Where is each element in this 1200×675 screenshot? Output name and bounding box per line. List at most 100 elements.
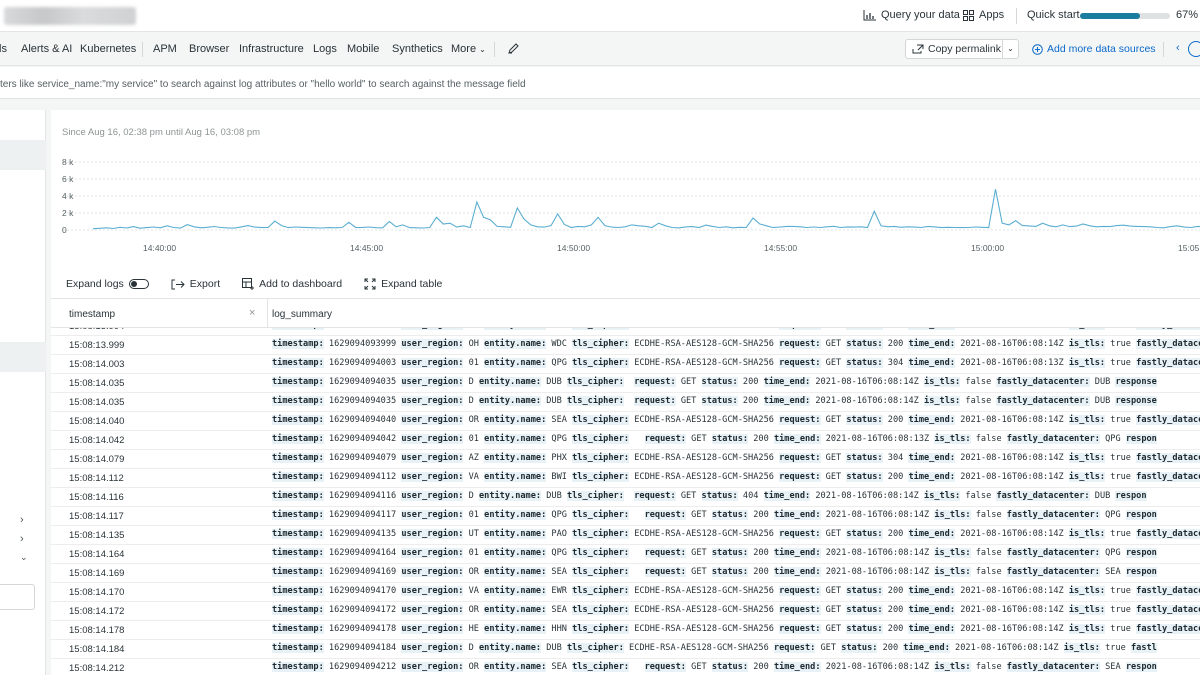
nav-item-kubernetes[interactable]: Kubernetes bbox=[80, 43, 136, 55]
table-row[interactable]: 15:08:14.212 timestamp: 1629094094212 use… bbox=[51, 659, 1200, 675]
sidebar-filter-input[interactable] bbox=[0, 584, 35, 610]
log-attribute-value: 200 bbox=[748, 510, 774, 520]
log-summary-cell: timestamp: 1629094094164 user_region: 01… bbox=[272, 548, 1157, 558]
log-attribute-key: time_end: bbox=[908, 624, 956, 634]
table-row[interactable]: 15:08:14.003 timestamp: 1629094094003 use… bbox=[51, 355, 1200, 374]
table-body: 15:08:13.994 timestamp: 1629094093994 use… bbox=[51, 328, 1200, 675]
expand-table-button[interactable]: Expand table bbox=[364, 278, 442, 290]
log-attribute-value bbox=[629, 567, 645, 577]
log-attribute-key: entity.name: bbox=[478, 643, 542, 653]
log-attribute-key: tls_cipher: bbox=[572, 548, 630, 558]
log-attribute-key: user_region: bbox=[401, 567, 464, 577]
table-row[interactable]: 15:08:14.042 timestamp: 1629094094042 use… bbox=[51, 431, 1200, 450]
log-attribute-key: status: bbox=[846, 529, 883, 539]
log-attribute-key: status: bbox=[846, 624, 883, 634]
log-attribute-key: time_end: bbox=[908, 529, 956, 539]
table-row[interactable]: 15:08:13.994 timestamp: 1629094093994 use… bbox=[51, 328, 1200, 336]
chevron-right-icon[interactable]: › bbox=[20, 514, 24, 526]
add-data-sources-link[interactable]: Add more data sources bbox=[1032, 43, 1156, 55]
nav-bar: ls Alerts & AI Kubernetes APM Browser In… bbox=[0, 32, 1200, 66]
apps-button[interactable]: Apps bbox=[963, 9, 1004, 21]
table-row[interactable]: 15:08:14.035 timestamp: 1629094094035 use… bbox=[51, 393, 1200, 412]
log-attribute-value: 200 bbox=[882, 624, 909, 634]
log-attribute-key: status: bbox=[846, 586, 883, 596]
account-circle-icon[interactable] bbox=[1188, 41, 1200, 57]
table-row[interactable]: 15:08:14.112 timestamp: 1629094094112 use… bbox=[51, 469, 1200, 488]
log-attribute-key: user_region: bbox=[401, 328, 464, 330]
log-attribute-value: true bbox=[1099, 643, 1131, 653]
log-attribute-key: respon bbox=[1125, 567, 1157, 577]
chevron-down-icon[interactable]: ⌄ bbox=[20, 552, 28, 563]
log-attribute-value: D bbox=[463, 377, 479, 387]
chevron-down-icon[interactable]: ⌄ bbox=[1002, 40, 1018, 58]
nav-item-browser[interactable]: Browser bbox=[189, 43, 229, 55]
chevron-right-icon[interactable]: › bbox=[20, 533, 24, 545]
log-attribute-value: 1629094094035 bbox=[323, 396, 402, 406]
nav-item-dashboards[interactable]: ls bbox=[0, 43, 7, 55]
log-attribute-value: DUB bbox=[541, 643, 567, 653]
log-attribute-key: user_region: bbox=[401, 453, 464, 463]
nav-item-logs[interactable]: Logs bbox=[313, 43, 337, 55]
nav-item-more[interactable]: More ⌄ bbox=[451, 43, 486, 55]
log-attribute-key: fastly_datacenter: bbox=[1006, 662, 1100, 672]
table-row[interactable]: 15:08:14.178 timestamp: 1629094094178 use… bbox=[51, 621, 1200, 640]
nav-item-alerts-ai[interactable]: Alerts & AI bbox=[21, 43, 72, 55]
account-name-redacted[interactable] bbox=[4, 7, 136, 25]
log-attribute-value: 200 bbox=[748, 548, 774, 558]
chevron-left-icon[interactable]: ‹ bbox=[1176, 42, 1180, 54]
divider bbox=[142, 42, 143, 57]
sidebar-item-selected[interactable] bbox=[0, 140, 46, 170]
nav-item-synthetics[interactable]: Synthetics bbox=[392, 43, 443, 55]
log-attribute-key: user_region: bbox=[401, 586, 464, 596]
column-divider[interactable] bbox=[267, 299, 268, 328]
column-header-log-summary[interactable]: log_summary bbox=[272, 309, 332, 320]
close-icon[interactable]: × bbox=[249, 307, 255, 319]
add-data-sources-label: Add more data sources bbox=[1047, 43, 1156, 55]
query-input-placeholder[interactable]: ters like service_name:"my service" to s… bbox=[0, 79, 526, 90]
toggle-switch-icon[interactable] bbox=[128, 279, 149, 289]
pencil-icon[interactable] bbox=[507, 43, 519, 55]
column-header-timestamp[interactable]: timestamp bbox=[69, 309, 115, 320]
log-volume-chart[interactable]: 0 2 k 4 k 6 k 8 k 14:40:00 14:45:00 14:50:00 14:… bbox=[51, 150, 1200, 260]
table-row[interactable]: 15:08:14.040 timestamp: 1629094094040 use… bbox=[51, 412, 1200, 431]
nav-item-apm[interactable]: APM bbox=[153, 43, 177, 55]
quick-start-label: Quick start bbox=[1027, 9, 1080, 21]
sidebar-item-highlighted[interactable] bbox=[0, 342, 46, 372]
log-attribute-value: GET bbox=[675, 377, 702, 387]
table-row[interactable]: 15:08:14.172 timestamp: 1629094094172 use… bbox=[51, 602, 1200, 621]
table-row[interactable]: 15:08:14.116 timestamp: 1629094094116 use… bbox=[51, 488, 1200, 507]
log-attribute-key: request: bbox=[779, 586, 821, 596]
timestamp-cell: 15:08:14.169 bbox=[69, 568, 125, 579]
table-row[interactable]: 15:08:13.999 timestamp: 1629094093999 use… bbox=[51, 336, 1200, 355]
table-row[interactable]: 15:08:14.117 timestamp: 1629094094117 use… bbox=[51, 507, 1200, 526]
add-to-dashboard-button[interactable]: Add to dashboard bbox=[242, 278, 342, 290]
nav-item-infrastructure[interactable]: Infrastructure bbox=[239, 43, 304, 55]
nav-item-mobile[interactable]: Mobile bbox=[347, 43, 379, 55]
quick-start-button[interactable]: Quick start bbox=[1027, 9, 1080, 21]
log-attribute-key: fastly_datacenter: bbox=[1006, 434, 1100, 444]
query-bar[interactable]: ters like service_name:"my service" to s… bbox=[0, 67, 1200, 99]
copy-permalink-button[interactable]: Copy permalink ⌄ bbox=[905, 39, 1019, 59]
timestamp-cell: 15:08:13.999 bbox=[69, 340, 125, 351]
log-attribute-key: timestamp: bbox=[272, 453, 324, 463]
export-button[interactable]: Export bbox=[171, 278, 220, 290]
query-your-data-button[interactable]: Query your data bbox=[863, 9, 960, 21]
log-attribute-key: entity.name: bbox=[478, 377, 542, 387]
table-row[interactable]: 15:08:14.184 timestamp: 1629094094184 use… bbox=[51, 640, 1200, 659]
log-attribute-value: GET bbox=[675, 491, 702, 501]
table-row[interactable]: 15:08:14.079 timestamp: 1629094094079 use… bbox=[51, 450, 1200, 469]
log-attribute-key: time_end: bbox=[773, 434, 821, 444]
series-line[interactable] bbox=[92, 189, 1200, 230]
table-row[interactable]: 15:08:14.169 timestamp: 1629094094169 use… bbox=[51, 564, 1200, 583]
expand-logs-toggle[interactable]: Expand logs bbox=[66, 278, 149, 290]
log-attribute-key: time_end: bbox=[908, 472, 956, 482]
table-row[interactable]: 15:08:14.135 timestamp: 1629094094135 use… bbox=[51, 526, 1200, 545]
table-row[interactable]: 15:08:14.170 timestamp: 1629094094170 use… bbox=[51, 583, 1200, 602]
table-row[interactable]: 15:08:14.035 timestamp: 1629094094035 use… bbox=[51, 374, 1200, 393]
log-attribute-value: false bbox=[970, 567, 1007, 577]
table-row[interactable]: 15:08:14.164 timestamp: 1629094094164 use… bbox=[51, 545, 1200, 564]
divider bbox=[494, 42, 495, 57]
log-attribute-key: tls_cipher: bbox=[572, 662, 630, 672]
timestamp-cell: 15:08:13.994 bbox=[69, 328, 124, 332]
timestamp-cell: 15:08:14.117 bbox=[69, 511, 124, 522]
